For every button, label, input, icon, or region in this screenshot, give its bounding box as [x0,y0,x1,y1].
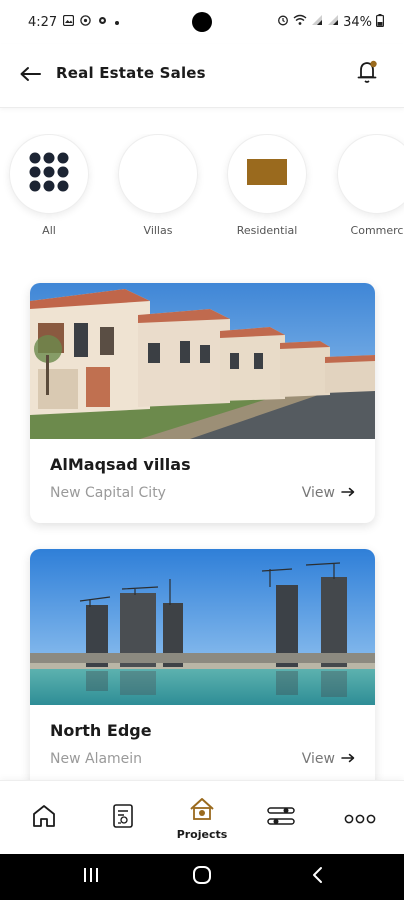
camera-cutout [192,12,212,32]
projects-icon [187,796,217,826]
view-button[interactable]: View [302,751,355,767]
grid-dots-icon [28,151,70,197]
nav-filters[interactable] [251,781,311,855]
home-icon [31,803,57,833]
system-navigation-bar [0,854,404,900]
project-name: AlMaqsad villas [50,455,191,474]
settings-icon [97,15,108,29]
project-name: North Edge [50,721,152,740]
recent-apps-icon [82,867,100,887]
alarm-icon [277,14,289,30]
project-card[interactable]: North Edge New Alamein View [30,549,375,789]
back-button[interactable] [16,62,44,90]
status-bar: 4:27 34% [0,0,404,44]
sliders-icon [266,805,296,831]
status-right: 34% [277,13,385,31]
view-button[interactable]: View [302,485,355,501]
view-label: View [301,485,335,501]
page-title: Real Estate Sales [56,64,206,82]
nav-projects[interactable]: Projects [172,781,232,855]
battery-text: 34% [343,14,372,30]
dot-icon [114,16,120,29]
category-commercial[interactable]: Commerc [336,134,404,237]
category-circle[interactable] [337,134,404,214]
app-header: Real Estate Sales [0,44,404,108]
status-left: 4:27 [28,15,120,30]
category-circle[interactable] [118,134,198,214]
project-image [30,283,375,439]
system-back-button[interactable] [302,864,332,890]
signal-icon [311,14,323,30]
battery-icon [376,13,385,31]
residential-icon [247,159,287,189]
nav-home[interactable] [14,781,74,855]
nav-more[interactable] [330,781,390,855]
whatsapp-icon [80,15,91,29]
notifications-button[interactable] [352,58,384,90]
recent-apps-button[interactable] [76,864,106,890]
project-image [30,549,375,705]
arrow-right-icon [341,751,355,767]
category-circle[interactable] [9,134,89,214]
arrow-left-icon [19,66,41,86]
view-label: View [301,751,335,767]
card-body: North Edge New Alamein View [30,705,375,789]
contract-icon [111,803,135,833]
home-button[interactable] [187,864,217,890]
category-residential[interactable]: Residential [226,134,308,237]
arrow-right-icon [341,485,355,501]
category-list: All Villas Residential Commerc [0,134,404,244]
category-label: Villas [143,224,173,237]
more-icon [344,809,376,828]
category-villas[interactable]: Villas [117,134,199,237]
project-location: New Alamein [50,751,143,767]
gallery-icon [63,14,75,29]
home-circle-icon [192,865,212,889]
project-location: New Capital City [50,485,166,501]
bell-icon [356,59,380,89]
wifi-icon [293,14,307,30]
signal-icon-2 [327,14,339,30]
category-label: Residential [236,224,298,237]
category-circle[interactable] [227,134,307,214]
nav-label: Projects [176,827,228,841]
project-card[interactable]: AlMaqsad villas New Capital City View [30,283,375,523]
category-label: All [42,224,56,237]
nav-contracts[interactable] [93,781,153,855]
chevron-left-icon [311,866,323,888]
category-label: Commerc [350,224,404,237]
bottom-navigation: Projects [0,780,404,854]
category-all[interactable]: All [8,134,90,237]
status-time: 4:27 [28,14,58,30]
card-body: AlMaqsad villas New Capital City View [30,439,375,523]
